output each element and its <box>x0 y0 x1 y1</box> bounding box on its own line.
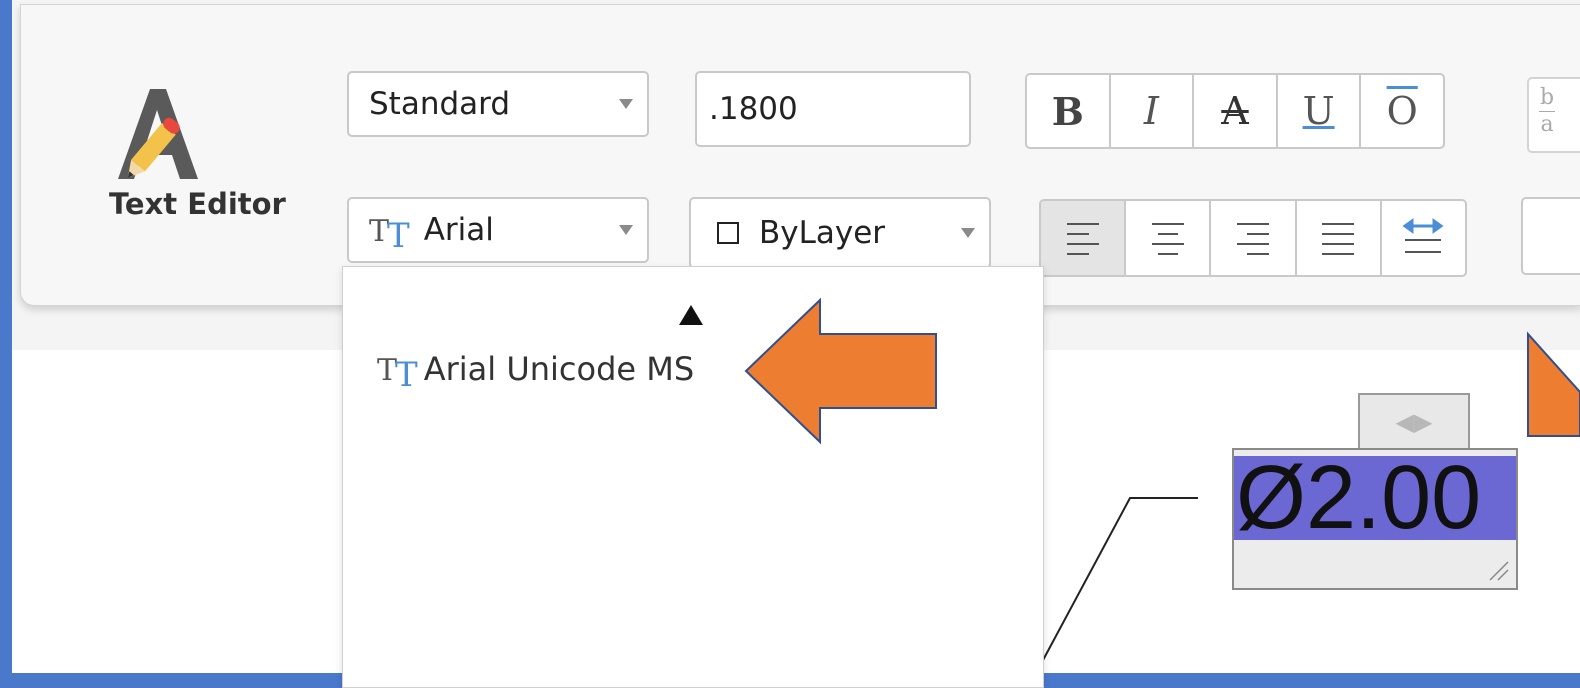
orange-arrow-down-icon <box>1527 331 1580 437</box>
resize-arrows-icon: ◀▶ <box>1395 408 1433 436</box>
font-option-label: Arial Unicode MS <box>423 350 695 388</box>
truetype-font-icon: TT <box>377 353 418 395</box>
mtext-editor-box[interactable]: Ø2.00 <box>1232 448 1518 590</box>
resize-grip-icon[interactable] <box>1486 558 1510 582</box>
scroll-up-icon[interactable] <box>679 305 703 325</box>
orange-arrow-left-icon <box>744 297 937 445</box>
font-option-arial-unicode-ms[interactable]: TT Arial Unicode MS <box>377 349 695 395</box>
mtext-width-handle[interactable]: ◀▶ <box>1358 393 1470 449</box>
mtext-content[interactable]: Ø2.00 <box>1236 450 1481 546</box>
